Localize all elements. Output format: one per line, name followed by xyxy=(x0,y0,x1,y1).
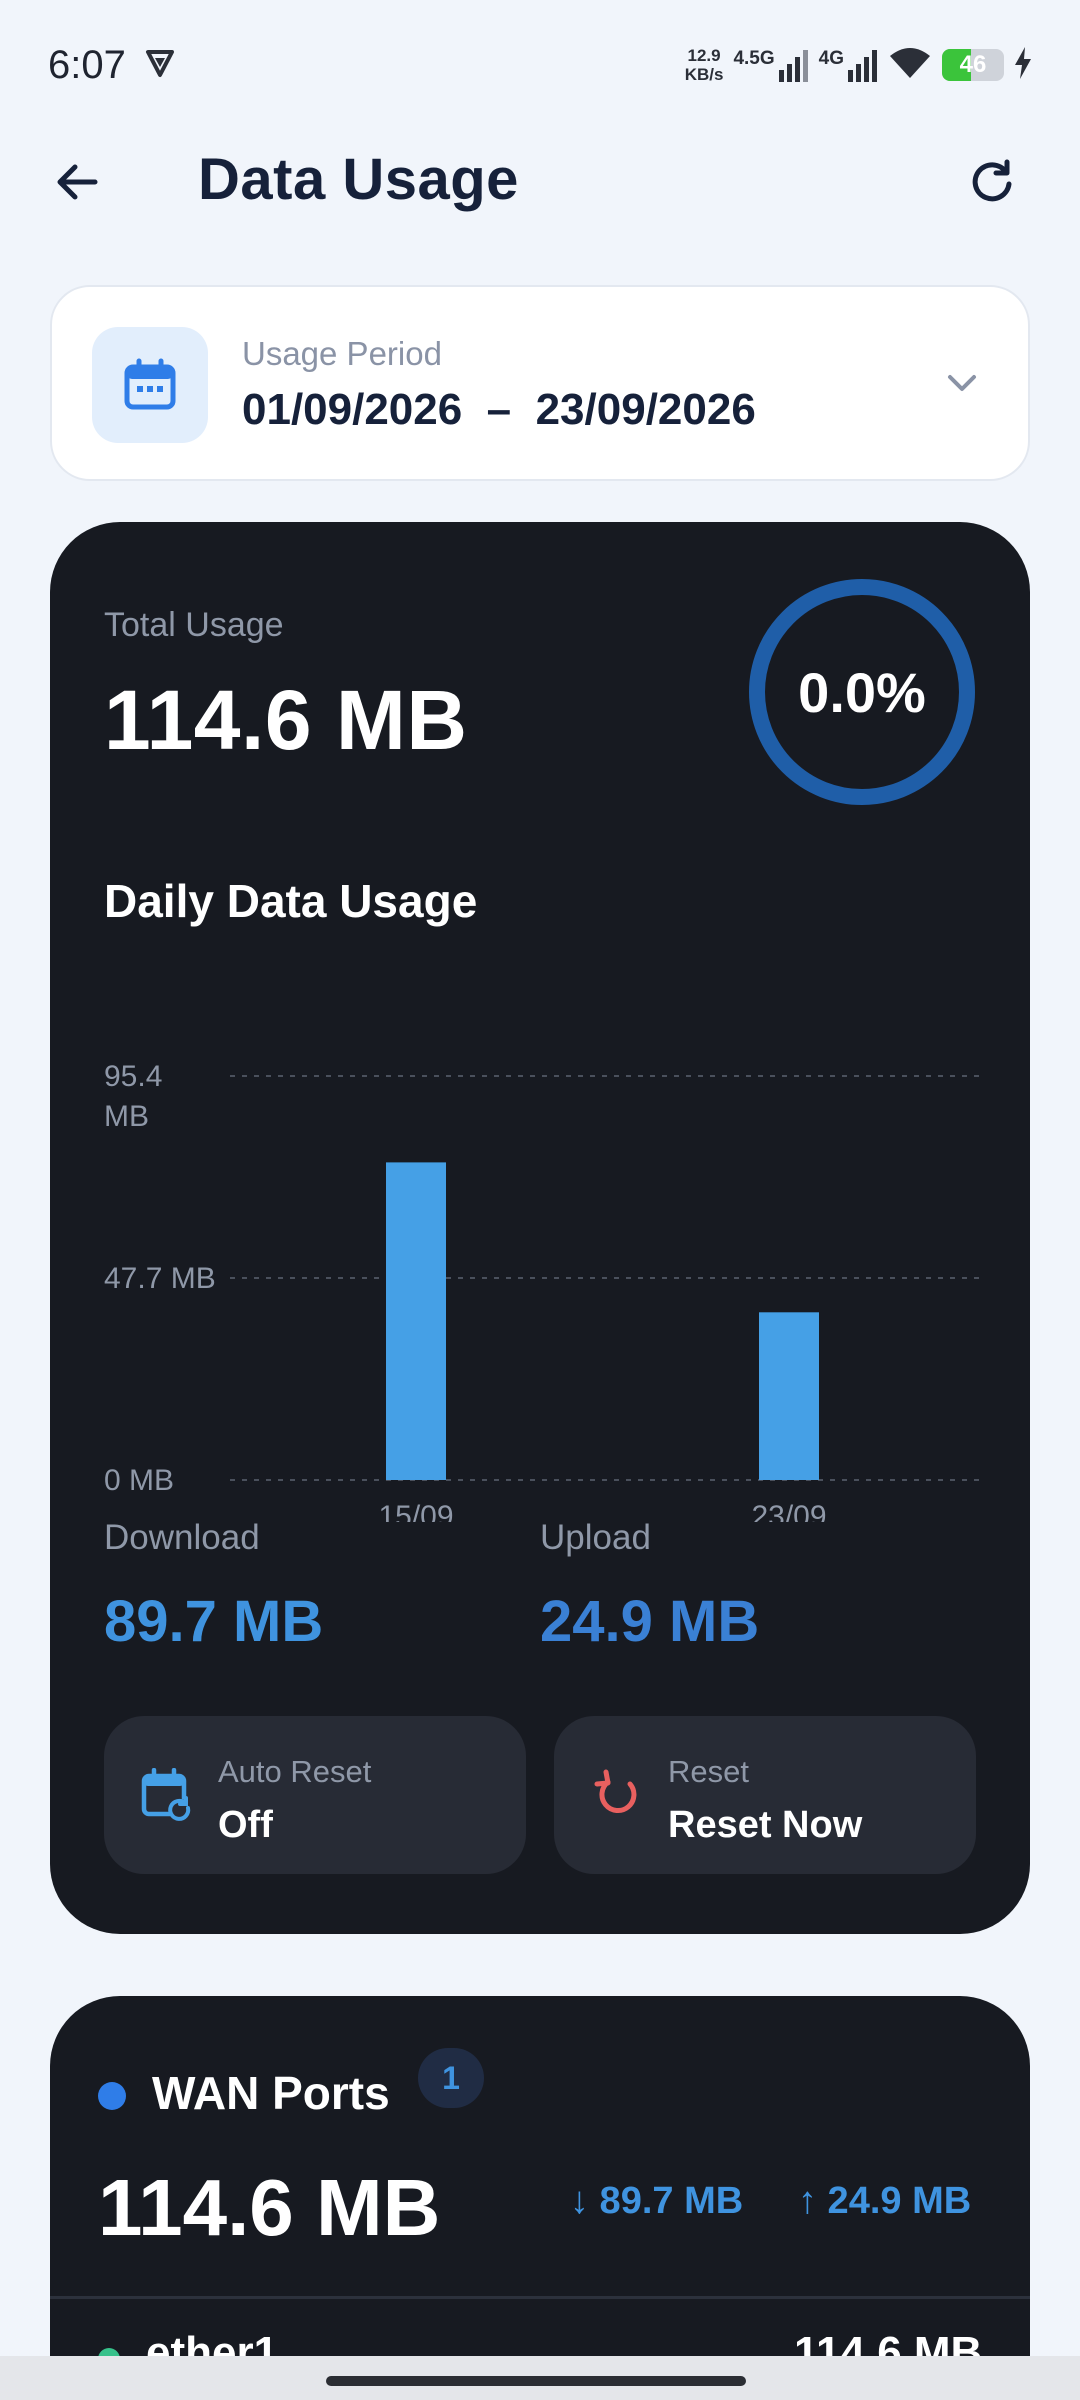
usage-percent: 0.0% xyxy=(798,660,926,724)
reset-value: Reset Now xyxy=(668,1804,863,1846)
wan-title: WAN Ports xyxy=(152,2067,390,2119)
page-title: Data Usage xyxy=(198,147,519,212)
refresh-icon xyxy=(972,159,1012,202)
daily-usage-chart: 95.4 MB 47.7 MB 0 MB 15/09 23/09 xyxy=(104,1060,980,1522)
upload-label: Upload xyxy=(540,1518,651,1557)
upload-value: 24.9 MB xyxy=(540,1589,760,1654)
x-tick-label: 23/09 xyxy=(751,1500,826,1522)
wan-total-value: 114.6 MB xyxy=(98,2163,441,2252)
usage-period-selector[interactable]: Usage Period 01/09/2026 – 23/09/2026 xyxy=(50,285,1030,481)
chart-title: Daily Data Usage xyxy=(104,875,478,927)
gesture-handle[interactable] xyxy=(326,2376,746,2386)
download-value: 89.7 MB xyxy=(104,1589,324,1654)
status-bar: 6:07 12.9 KB/s 4.5G 4G 46 xyxy=(0,0,1080,130)
auto-reset-button[interactable]: Auto Reset Off xyxy=(104,1716,526,1874)
signal-strength-icon: 4.5G xyxy=(733,48,808,82)
period-range: 01/09/2026 – 23/09/2026 xyxy=(242,385,756,434)
wan-download-value: ↓ 89.7 MB xyxy=(570,2180,744,2222)
wan-ports-card[interactable]: WAN Ports 1 114.6 MB ↓ 89.7 MB ↑ 24.9 MB… xyxy=(50,1996,1030,2400)
period-label: Usage Period xyxy=(242,335,442,372)
back-button[interactable] xyxy=(40,152,114,212)
wan-upload-value: ↑ 24.9 MB xyxy=(798,2180,972,2222)
x-tick-label: 15/09 xyxy=(378,1500,453,1522)
y-tick-label: 47.7 MB xyxy=(104,1262,216,1295)
calendar-icon xyxy=(92,327,208,443)
refresh-button[interactable] xyxy=(955,152,1029,212)
wifi-icon xyxy=(888,46,932,85)
download-label: Download xyxy=(104,1518,260,1557)
total-usage-value: 114.6 MB xyxy=(104,673,468,767)
y-tick-label: 0 MB xyxy=(104,1464,174,1497)
wan-status-dot xyxy=(98,2082,126,2110)
app-header: Data Usage xyxy=(0,130,1080,230)
reset-now-button[interactable]: Reset Reset Now xyxy=(554,1716,976,1874)
y-tick-label: 95.4 MB xyxy=(104,1060,162,1133)
chart-bar xyxy=(386,1162,446,1480)
status-time: 6:07 xyxy=(48,42,126,87)
charging-icon xyxy=(1014,46,1032,84)
auto-reset-label: Auto Reset xyxy=(218,1754,372,1789)
usage-summary-card: Total Usage 114.6 MB 0.0% Daily Data Usa… xyxy=(50,522,1030,1934)
reset-icon xyxy=(594,1769,637,1814)
signal-strength-icon: 4G xyxy=(819,48,878,82)
divider xyxy=(50,2296,1030,2299)
navigation-gesture-area xyxy=(0,2356,1080,2400)
arrow-left-icon xyxy=(57,164,98,200)
battery-icon: 46 xyxy=(942,49,1004,81)
calendar-reset-icon xyxy=(141,1768,191,1821)
vpn-shield-icon xyxy=(144,47,176,84)
chart-bar xyxy=(759,1312,819,1480)
chevron-down-icon xyxy=(932,353,992,413)
wan-count-badge: 1 xyxy=(418,2048,484,2108)
auto-reset-value: Off xyxy=(218,1804,273,1846)
network-speed: 12.9 KB/s xyxy=(684,46,724,84)
reset-label: Reset xyxy=(668,1754,749,1789)
total-usage-label: Total Usage xyxy=(104,606,284,644)
